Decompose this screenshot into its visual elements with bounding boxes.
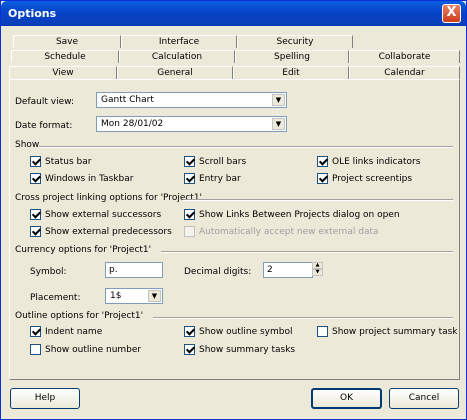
checkmark-icon[interactable] (30, 173, 41, 184)
tab-security[interactable]: Security (237, 35, 353, 48)
checkmark-icon[interactable] (317, 156, 328, 167)
decimal-digits-label: Decimal digits: (184, 267, 252, 277)
tab-schedule[interactable]: Schedule (11, 50, 119, 63)
show-outline-number-checkbox[interactable]: Show outline number (30, 344, 141, 355)
show-external-successors-checkbox[interactable]: Show external successors (30, 209, 161, 220)
tab-collaborate[interactable]: Collaborate (349, 50, 460, 63)
show-project-summary-checkbox[interactable]: Show project summary task (317, 326, 458, 337)
tab-row-3: View General Edit Calendar (9, 66, 460, 80)
outline-group-title: Outline options for 'Project1' (15, 311, 144, 321)
close-icon: X (446, 5, 457, 20)
show-links-dialog-checkbox[interactable]: Show Links Between Projects dialog on op… (184, 209, 400, 220)
indent-name-checkbox[interactable]: Indent name (30, 326, 102, 337)
date-format-value: Mon 28/01/02 (101, 119, 164, 129)
show-outline-symbol-label: Show outline symbol (199, 326, 293, 337)
windows-taskbar-checkbox[interactable]: Windows in Taskbar (30, 173, 133, 184)
show-links-dialog-label: Show Links Between Projects dialog on op… (199, 209, 400, 220)
currency-divider (161, 251, 453, 253)
checkmark-icon[interactable] (184, 173, 195, 184)
project-screentips-checkbox[interactable]: Project screentips (317, 173, 412, 184)
decimal-digits-value: 2 (267, 265, 273, 275)
placement-value: 1$ (110, 291, 122, 301)
tab-general[interactable]: General (117, 66, 233, 79)
tab-row-1: Save Interface Security (9, 35, 460, 48)
chevron-down-icon[interactable]: ▼ (272, 118, 285, 130)
tab-edit[interactable]: Edit (233, 66, 349, 79)
tab-spelling[interactable]: Spelling (235, 50, 349, 63)
symbol-input[interactable]: p. (105, 262, 163, 278)
entry-bar-label: Entry bar (199, 173, 241, 184)
checkmark-icon[interactable] (184, 344, 195, 355)
show-project-summary-label: Show project summary task (332, 326, 458, 337)
checkmark-icon[interactable] (30, 209, 41, 220)
default-view-label: Default view: (15, 97, 75, 107)
symbol-value: p. (109, 265, 118, 275)
show-summary-tasks-label: Show summary tasks (199, 344, 296, 355)
tab-interface[interactable]: Interface (121, 35, 237, 48)
default-view-combo[interactable]: Gantt Chart ▼ (96, 92, 287, 108)
status-bar-label: Status bar (45, 156, 92, 167)
decimal-digits-input[interactable]: 2 (263, 262, 313, 278)
help-button[interactable]: Help (10, 388, 80, 409)
outline-divider (153, 317, 453, 319)
window-title: Options (8, 7, 57, 20)
show-outline-number-label: Show outline number (45, 344, 142, 355)
entry-bar-checkbox[interactable]: Entry bar (184, 173, 241, 184)
checkmark-icon[interactable] (184, 156, 195, 167)
options-dialog: Options X Save Interface Security Schedu… (0, 0, 467, 420)
windows-taskbar-label: Windows in Taskbar (45, 173, 134, 184)
show-external-successors-label: Show external successors (45, 209, 162, 220)
show-outline-symbol-checkbox[interactable]: Show outline symbol (184, 326, 293, 337)
spin-up-icon[interactable]: ▲ (312, 262, 323, 269)
status-bar-checkbox[interactable]: Status bar (30, 156, 91, 167)
indent-name-label: Indent name (45, 326, 103, 337)
show-group-divider (39, 146, 453, 148)
ole-links-label: OLE links indicators (332, 156, 421, 167)
show-external-predecessors-label: Show external predecessors (45, 226, 172, 237)
checkmark-icon[interactable] (184, 209, 195, 220)
title-bar[interactable]: Options X (1, 1, 466, 26)
placement-label: Placement: (30, 293, 81, 303)
scroll-bars-label: Scroll bars (199, 156, 247, 167)
tab-view[interactable]: View (9, 66, 117, 80)
cancel-button[interactable]: Cancel (389, 388, 459, 409)
spin-down-icon[interactable]: ▼ (312, 269, 323, 276)
currency-group-title: Currency options for 'Project1' (15, 245, 152, 255)
ok-button[interactable]: OK (311, 388, 382, 409)
default-view-value: Gantt Chart (101, 95, 154, 105)
auto-accept-external-checkbox: Automatically accept new external data (184, 226, 379, 237)
checkmark-icon[interactable] (30, 226, 41, 237)
show-external-predecessors-checkbox[interactable]: Show external predecessors (30, 226, 172, 237)
symbol-label: Symbol: (30, 267, 67, 277)
scroll-bars-checkbox[interactable]: Scroll bars (184, 156, 246, 167)
tab-row-2: Schedule Calculation Spelling Collaborat… (9, 50, 460, 63)
auto-accept-external-label: Automatically accept new external data (199, 226, 379, 237)
date-format-combo[interactable]: Mon 28/01/02 ▼ (96, 116, 287, 132)
show-summary-tasks-checkbox[interactable]: Show summary tasks (184, 344, 295, 355)
chevron-down-icon[interactable]: ▼ (148, 290, 161, 302)
cross-project-divider (183, 199, 453, 201)
placement-combo[interactable]: 1$ ▼ (105, 288, 163, 304)
tab-calculation[interactable]: Calculation (119, 50, 235, 63)
tab-calendar[interactable]: Calendar (349, 66, 460, 79)
checkmark-icon[interactable] (30, 156, 41, 167)
decimal-digits-stepper[interactable]: ▲ ▼ (312, 262, 323, 277)
ole-links-checkbox[interactable]: OLE links indicators (317, 156, 420, 167)
show-group-title: Show (15, 140, 40, 150)
checkmark-icon[interactable] (317, 173, 328, 184)
checkmark-icon[interactable] (184, 326, 195, 337)
close-button[interactable]: X (442, 4, 461, 23)
project-screentips-label: Project screentips (332, 173, 413, 184)
checkmark-icon[interactable] (30, 326, 41, 337)
date-format-label: Date format: (15, 121, 73, 131)
cross-project-group-title: Cross project linking options for 'Proje… (15, 193, 203, 203)
tab-save[interactable]: Save (13, 35, 121, 48)
chevron-down-icon[interactable]: ▼ (272, 94, 285, 106)
